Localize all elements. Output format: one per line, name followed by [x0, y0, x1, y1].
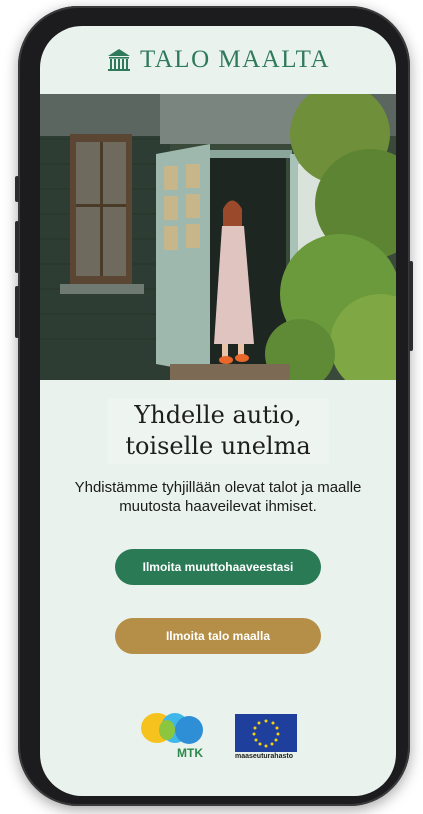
house-columns-icon: [107, 49, 130, 71]
eu-rural-fund-logo: maaseuturahasto: [235, 714, 297, 760]
report-moving-dream-button[interactable]: Ilmoita muuttohaaveestasi: [115, 549, 321, 585]
headline-line-1: Yhdelle autio,: [134, 401, 302, 429]
power-button: [409, 261, 413, 351]
headline: Yhdelle autio, toiselle unelma: [107, 398, 329, 464]
hero-image: [40, 94, 396, 380]
mtk-logo: MTK: [139, 708, 205, 760]
headline-line-2: toiselle unelma: [125, 432, 311, 460]
phone-screen: TALO MAALTA Yhdelle autio, toiselle unel…: [40, 26, 396, 796]
mtk-logo-mark-icon: [141, 713, 203, 744]
intro-text: Yhdistämme tyhjillään olevat talot ja ma…: [74, 479, 362, 515]
mtk-label: MTK: [177, 746, 203, 760]
report-country-house-button[interactable]: Ilmoita talo maalla: [115, 618, 321, 654]
brand-name[interactable]: TALO MAALTA: [140, 46, 330, 74]
mute-switch: [15, 176, 19, 202]
volume-down-button: [15, 286, 19, 338]
volume-up-button: [15, 221, 19, 273]
site-header: TALO MAALTA: [40, 26, 396, 94]
partner-logos: MTK maaseuturahasto: [40, 708, 396, 760]
main-content: Yhdelle autio, toiselle unelma Yhdistämm…: [40, 380, 396, 760]
eu-fund-label: maaseuturahasto: [235, 753, 293, 760]
eu-flag-icon: [235, 714, 297, 752]
